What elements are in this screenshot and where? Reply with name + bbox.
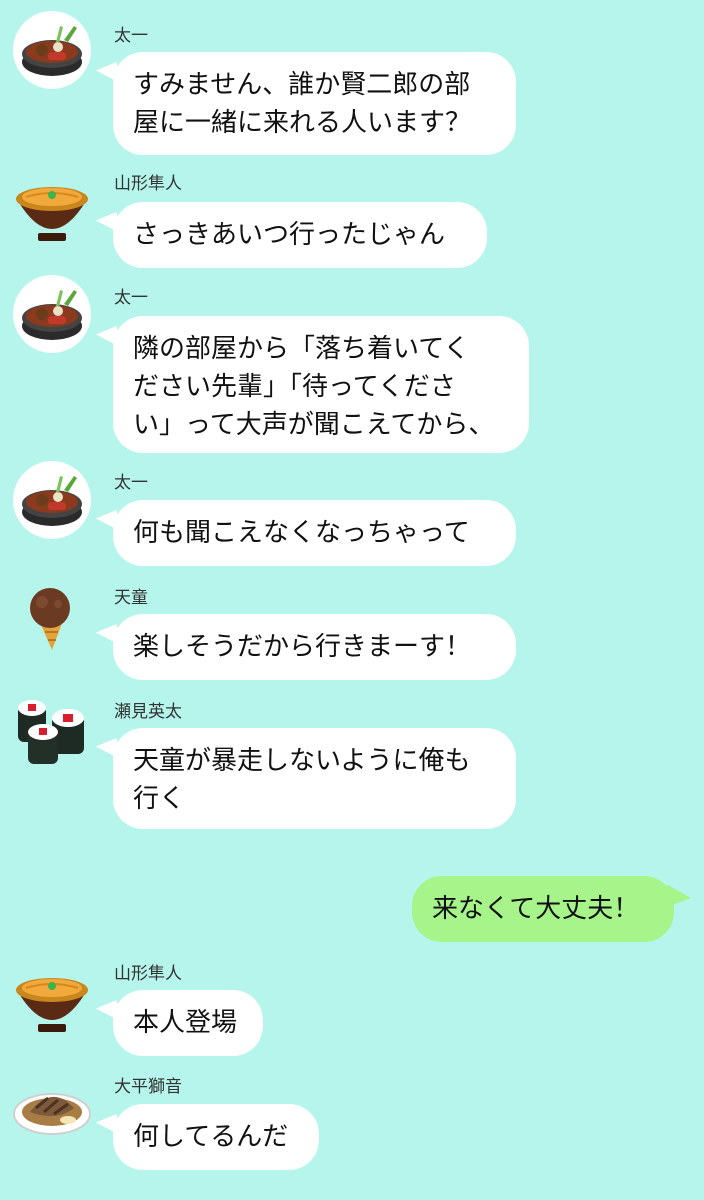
sukiyaki-pot-icon[interactable]	[12, 274, 92, 354]
sender-name: 太一	[114, 26, 148, 46]
message-bubble[interactable]: 天童が暴走しないように俺も 行く	[113, 728, 516, 829]
message-bubble[interactable]: 楽しそうだから行きまーす！	[113, 614, 516, 680]
sender-name: 大平獅音	[114, 1077, 182, 1097]
chocolate-ice-cream-cone-icon[interactable]	[12, 574, 92, 654]
sender-name: 太一	[114, 288, 148, 308]
sender-name: 山形隼人	[114, 174, 182, 194]
message-bubble[interactable]: さっきあいつ行ったじゃん	[113, 202, 487, 268]
sender-name: 瀬見英太	[114, 702, 182, 722]
message-bubble[interactable]: 何してるんだ	[113, 1104, 319, 1170]
saba-miso-plate-icon[interactable]	[12, 1064, 92, 1144]
sender-name: 山形隼人	[114, 964, 182, 984]
message-bubble-outgoing[interactable]: 来なくて大丈夫！	[412, 876, 674, 942]
uni-don-icon[interactable]	[12, 958, 92, 1038]
sender-name: 太一	[114, 473, 148, 493]
sukiyaki-pot-icon[interactable]	[12, 460, 92, 540]
message-bubble[interactable]: 本人登場	[113, 990, 263, 1056]
message-bubble[interactable]: 何も聞こえなくなっちゃって	[113, 500, 516, 566]
message-bubble[interactable]: 隣の部屋から「落ち着いてく ださい先輩」「待ってくださ い」って大声が聞こえてか…	[113, 316, 529, 453]
uni-don-icon[interactable]	[12, 167, 92, 247]
tekka-maki-icon[interactable]	[12, 690, 92, 770]
sukiyaki-pot-icon[interactable]	[12, 10, 92, 90]
sender-name: 天童	[114, 588, 148, 608]
message-bubble[interactable]: すみません、誰か賢二郎の部 屋に一緒に来れる人います？	[113, 52, 516, 155]
